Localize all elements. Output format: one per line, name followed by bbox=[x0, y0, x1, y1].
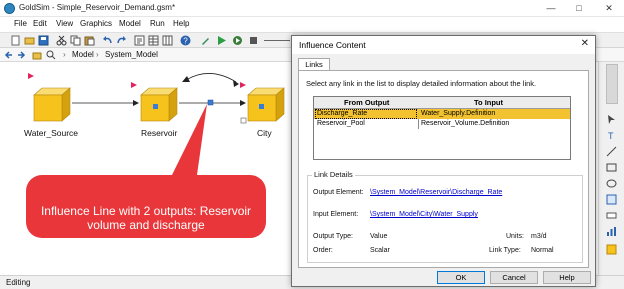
order-label: Order: bbox=[313, 247, 333, 254]
link-type-value: Normal bbox=[531, 247, 554, 254]
order-value: Scalar bbox=[370, 247, 390, 254]
window-title: GoldSim - Simple_Reservoir_Demand.gsm* bbox=[19, 3, 176, 12]
row-to-input: Reservoir_Volume.Definition bbox=[421, 120, 510, 127]
input-element-label: Input Element: bbox=[313, 211, 359, 218]
save-icon[interactable] bbox=[38, 35, 49, 46]
image-tool-icon[interactable] bbox=[606, 194, 617, 205]
title-bar: GoldSim - Simple_Reservoir_Demand.gsm* —… bbox=[0, 0, 624, 17]
breadcrumb-separator: › bbox=[96, 50, 99, 59]
output-element-label: Output Element: bbox=[313, 189, 364, 196]
edit-mode-icon[interactable] bbox=[200, 35, 211, 46]
undo-icon[interactable] bbox=[102, 35, 113, 46]
menu-edit[interactable]: Edit bbox=[33, 19, 47, 28]
status-mode: Editing bbox=[6, 278, 31, 287]
instruction-text: Select any link in the list to display d… bbox=[306, 79, 537, 88]
output-type-value: Value bbox=[370, 233, 388, 240]
svg-text:T: T bbox=[608, 131, 614, 141]
row-to-input: Water_Supply.Definition bbox=[421, 110, 496, 117]
table-row[interactable]: Discharge_Rate Water_Supply.Definition bbox=[314, 109, 570, 119]
properties-icon[interactable] bbox=[134, 35, 145, 46]
time-slider[interactable] bbox=[264, 40, 290, 41]
link-details-title: Link Details bbox=[312, 170, 355, 179]
button-tool-icon[interactable] bbox=[606, 210, 617, 221]
chart-tool-icon[interactable] bbox=[606, 226, 617, 237]
cancel-button[interactable]: Cancel bbox=[490, 271, 538, 284]
ellipse-tool-icon[interactable] bbox=[606, 178, 617, 189]
forward-arrow-icon[interactable] bbox=[16, 50, 26, 60]
step-icon[interactable] bbox=[232, 35, 243, 46]
help-icon[interactable]: ? bbox=[180, 35, 191, 46]
back-arrow-icon[interactable] bbox=[4, 50, 14, 60]
table-icon[interactable] bbox=[148, 35, 159, 46]
dialog-title: Influence Content bbox=[299, 40, 366, 50]
maximize-button[interactable]: □ bbox=[566, 1, 592, 15]
link-type-label: Link Type: bbox=[489, 247, 521, 254]
open-folder-icon[interactable] bbox=[24, 35, 35, 46]
links-panel: Select any link in the list to display d… bbox=[298, 70, 589, 268]
select-tool-icon[interactable] bbox=[606, 114, 617, 125]
table-header: From Output To Input bbox=[314, 97, 570, 109]
run-icon[interactable] bbox=[216, 35, 227, 46]
copy-icon[interactable] bbox=[70, 35, 81, 46]
stop-icon[interactable] bbox=[248, 35, 259, 46]
help-button[interactable]: Help bbox=[543, 271, 591, 284]
reservoir-output-port[interactable] bbox=[153, 104, 158, 109]
cut-icon[interactable] bbox=[56, 35, 67, 46]
menu-file[interactable]: File bbox=[14, 19, 27, 28]
node-label-city: City bbox=[257, 128, 272, 138]
breadcrumb-system-model[interactable]: System_Model bbox=[105, 50, 158, 59]
ok-button[interactable]: OK bbox=[437, 271, 485, 284]
rectangle-tool-icon[interactable] bbox=[606, 162, 617, 173]
influence-line-city-reservoir[interactable] bbox=[182, 73, 239, 87]
node-label-water-source: Water_Source bbox=[24, 128, 79, 138]
menu-bar: File Edit View Graphics Model Run Help bbox=[0, 17, 624, 32]
minimize-button[interactable]: — bbox=[538, 1, 564, 15]
svg-text:?: ? bbox=[183, 37, 188, 46]
menu-model[interactable]: Model bbox=[119, 19, 141, 28]
menu-graphics[interactable]: Graphics bbox=[80, 19, 112, 28]
up-folder-icon[interactable] bbox=[32, 50, 42, 60]
output-element-link[interactable]: \System_Model\Reservoir\Discharge_Rate bbox=[370, 189, 502, 196]
dialog-close-icon[interactable]: ✕ bbox=[581, 38, 589, 49]
breadcrumb-separator: › bbox=[63, 50, 66, 59]
row-from-output: Reservoir_Pool bbox=[317, 120, 365, 127]
reservoir-node[interactable] bbox=[131, 82, 178, 122]
header-from-output[interactable]: From Output bbox=[344, 98, 389, 107]
new-file-icon[interactable] bbox=[10, 35, 21, 46]
city-input-port[interactable] bbox=[259, 104, 264, 109]
text-tool-icon[interactable]: T bbox=[606, 130, 617, 141]
callout-text: Influence Line with 2 outputs: Reservoir… bbox=[40, 204, 252, 232]
units-value: m3/d bbox=[531, 233, 547, 240]
close-window-button[interactable]: ✕ bbox=[596, 1, 622, 15]
grid-icon[interactable] bbox=[162, 35, 173, 46]
zoom-icon[interactable] bbox=[46, 50, 56, 60]
expand-icon[interactable] bbox=[240, 117, 247, 124]
influence-line-reservoir-city[interactable] bbox=[179, 99, 246, 106]
container-tool-icon[interactable] bbox=[606, 244, 617, 255]
city-node[interactable] bbox=[240, 82, 285, 124]
scrollbar-thumb[interactable] bbox=[606, 64, 618, 104]
redo-icon[interactable] bbox=[116, 35, 127, 46]
influence-line-source-reservoir[interactable] bbox=[72, 100, 139, 106]
influence-selection-handle[interactable] bbox=[207, 99, 214, 106]
influence-content-dialog: Influence Content ✕ Links Select any lin… bbox=[291, 35, 596, 287]
output-type-label: Output Type: bbox=[313, 233, 353, 240]
goldsim-logo-icon bbox=[4, 3, 15, 14]
node-label-reservoir: Reservoir bbox=[141, 128, 178, 138]
right-toolbar: T bbox=[598, 62, 624, 275]
line-tool-icon[interactable] bbox=[606, 146, 617, 157]
dialog-title-bar: Influence Content ✕ bbox=[292, 36, 595, 54]
units-label: Units: bbox=[506, 233, 524, 240]
menu-run[interactable]: Run bbox=[150, 19, 165, 28]
menu-help[interactable]: Help bbox=[173, 19, 189, 28]
water-source-node[interactable] bbox=[28, 73, 71, 122]
menu-view[interactable]: View bbox=[56, 19, 73, 28]
table-row[interactable]: Reservoir_Pool Reservoir_Volume.Definiti… bbox=[314, 119, 570, 129]
paste-icon[interactable] bbox=[84, 35, 95, 46]
row-from-output: Discharge_Rate bbox=[317, 110, 368, 117]
breadcrumb-model[interactable]: Model bbox=[72, 50, 94, 59]
links-table: From Output To Input Discharge_Rate Wate… bbox=[313, 96, 571, 160]
input-element-link[interactable]: \System_Model\City\Water_Supply bbox=[370, 211, 478, 218]
header-to-input[interactable]: To Input bbox=[474, 98, 503, 107]
